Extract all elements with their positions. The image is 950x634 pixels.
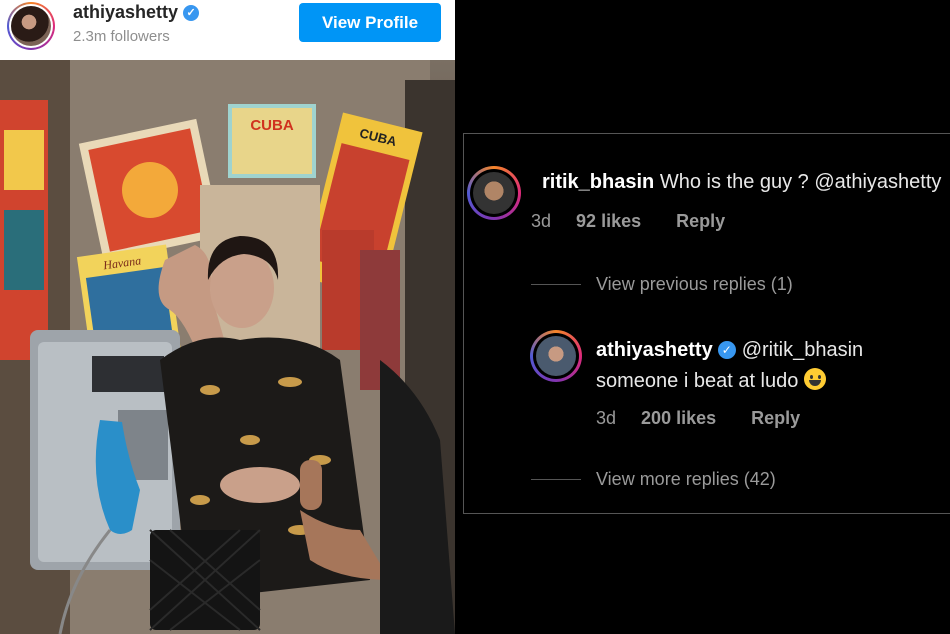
profile-username[interactable]: athiyashetty ✓: [73, 2, 200, 23]
profile-avatar[interactable]: [7, 2, 55, 50]
reply-body: someone i beat at ludo: [596, 370, 799, 392]
view-profile-button[interactable]: View Profile: [299, 3, 441, 42]
view-previous-replies-button[interactable]: View previous replies (1): [596, 274, 793, 295]
reply-mention[interactable]: @ritik_bhasin: [742, 339, 863, 361]
reply-meta: 3d 200 likes Reply: [596, 408, 800, 429]
comment-body: Who is the guy ? @athiyashetty: [659, 171, 942, 193]
poster-cuba-text: CUBA: [250, 117, 293, 134]
verified-badge-icon: ✓: [717, 341, 736, 359]
comment-age: 3d: [531, 211, 552, 231]
comment-reply-button[interactable]: Reply: [676, 211, 725, 231]
thread-divider: [531, 284, 581, 285]
reply-username[interactable]: athiyashetty: [596, 339, 713, 361]
reply-age: 3d: [596, 408, 617, 428]
reply-body-line: someone i beat at ludo: [596, 368, 827, 393]
comment-username[interactable]: ritik_bhasin: [542, 171, 654, 193]
comment-meta: 3d 92 likes Reply: [531, 211, 725, 232]
ritik-avatar[interactable]: [467, 166, 521, 220]
instagram-post: athiyashetty ✓ 2.3m followers View Profil…: [0, 0, 455, 634]
photo-illustration: CUBA CUBA Havana: [0, 60, 455, 634]
reply-likes[interactable]: 200 likes: [641, 408, 716, 428]
view-more-replies-button[interactable]: View more replies (42): [596, 469, 776, 490]
comment-likes[interactable]: 92 likes: [576, 211, 641, 231]
follower-count: 2.3m followers: [73, 28, 170, 45]
athiya-avatar[interactable]: [530, 330, 582, 382]
comment-athiya: athiyashetty ✓ @ritik_bhasin: [596, 339, 863, 362]
thread-divider-2: [531, 479, 581, 480]
verified-badge-icon: ✓: [183, 5, 200, 21]
comment-ritik: ritik_bhasin Who is the guy ? @athiyashe…: [542, 171, 941, 194]
reply-reply-button[interactable]: Reply: [751, 408, 800, 428]
grinning-emoji-icon: [804, 368, 827, 390]
post-photo[interactable]: CUBA CUBA Havana: [0, 60, 455, 634]
post-header: athiyashetty ✓ 2.3m followers View Profil…: [0, 0, 455, 60]
comments-panel: ritik_bhasin Who is the guy ? @athiyashe…: [463, 133, 950, 514]
